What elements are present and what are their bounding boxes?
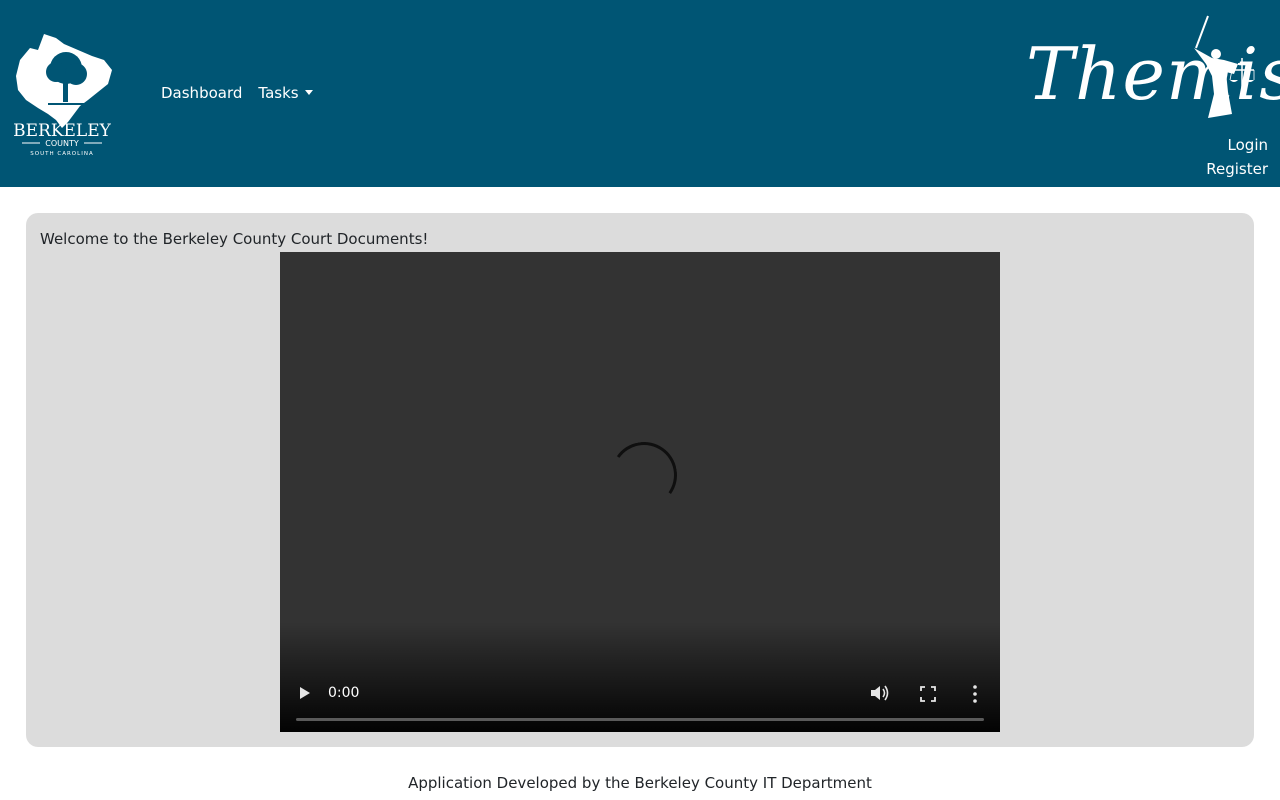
- video-controls: 0:00: [280, 662, 1000, 732]
- caret-down-icon: [304, 89, 313, 95]
- themis-brand[interactable]: Themis: [1020, 14, 1280, 122]
- nav-dashboard-label: Dashboard: [161, 84, 243, 102]
- register-link[interactable]: Register: [1206, 157, 1268, 181]
- footer-credit: Application Developed by the Berkeley Co…: [408, 774, 872, 792]
- login-link[interactable]: Login: [1206, 133, 1268, 157]
- loading-spinner-icon: [605, 436, 683, 514]
- nav-tasks-dropdown[interactable]: Tasks: [258, 84, 313, 102]
- lady-justice-icon: [1194, 15, 1255, 118]
- volume-icon[interactable]: [870, 684, 890, 702]
- main-nav: Dashboard Tasks: [161, 84, 313, 102]
- nav-dashboard-link[interactable]: Dashboard: [161, 84, 242, 102]
- fullscreen-icon[interactable]: [920, 686, 936, 702]
- welcome-card: Welcome to the Berkeley County Court Doc…: [26, 213, 1254, 747]
- video-player[interactable]: 0:00: [280, 252, 1000, 732]
- nav-tasks-label: Tasks: [258, 84, 299, 102]
- county-logo-state: SOUTH CAROLINA: [30, 151, 93, 157]
- video-progress-bar[interactable]: [296, 718, 984, 721]
- county-seal-icon[interactable]: BERKELEY COUNTY SOUTH CAROLINA: [8, 30, 116, 158]
- county-logo-sub: COUNTY: [45, 139, 79, 148]
- welcome-message: Welcome to the Berkeley County Court Doc…: [40, 230, 429, 248]
- navbar: BERKELEY COUNTY SOUTH CAROLINA Dashboard…: [0, 0, 1280, 187]
- county-logo-text: BERKELEY: [13, 121, 112, 141]
- video-time: 0:00: [328, 685, 360, 701]
- more-options-icon[interactable]: [972, 684, 978, 704]
- play-icon[interactable]: [300, 687, 310, 699]
- auth-links: Login Register: [1206, 133, 1268, 181]
